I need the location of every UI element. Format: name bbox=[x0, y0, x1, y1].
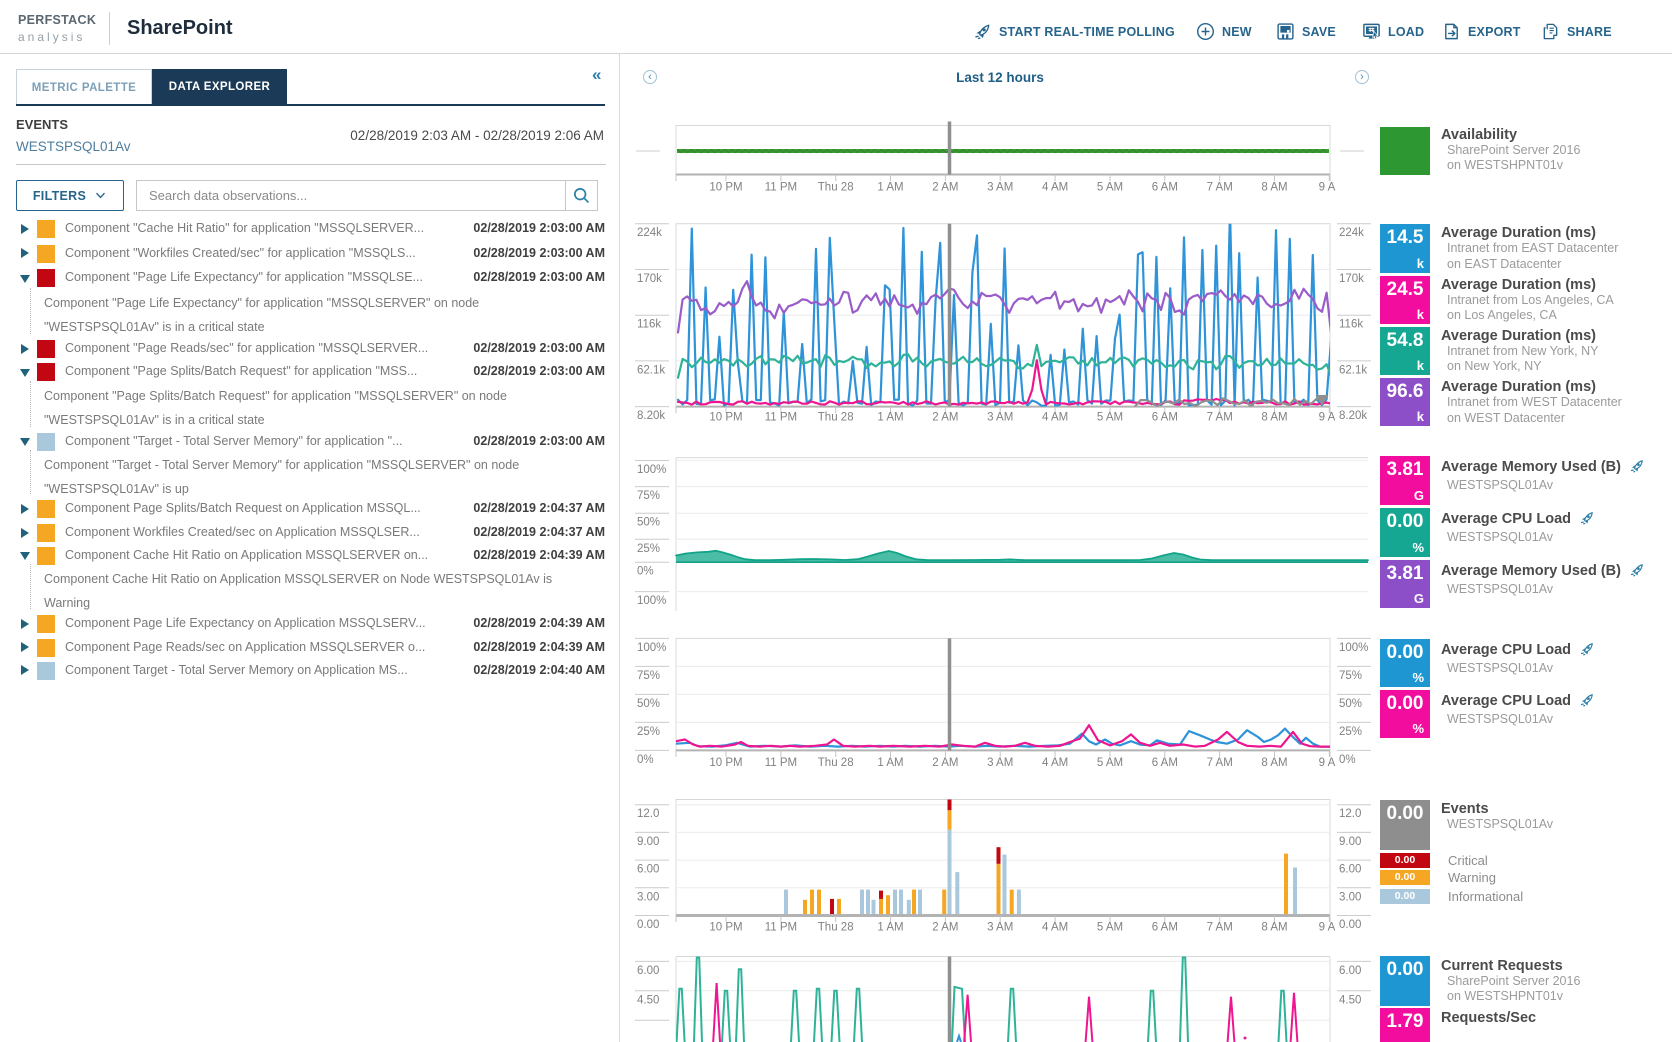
svg-text:0%: 0% bbox=[637, 754, 654, 766]
svg-text:25%: 25% bbox=[637, 726, 660, 738]
svg-text:4 AM: 4 AM bbox=[1042, 922, 1068, 934]
svg-text:6.00: 6.00 bbox=[1339, 864, 1361, 876]
svg-text:4 AM: 4 AM bbox=[1042, 757, 1068, 769]
svg-text:0%: 0% bbox=[1339, 754, 1356, 766]
svg-text:9 A: 9 A bbox=[1319, 757, 1336, 769]
svg-text:5 AM: 5 AM bbox=[1097, 182, 1123, 194]
svg-text:9 A: 9 A bbox=[1319, 412, 1336, 424]
svg-text:0%: 0% bbox=[637, 566, 654, 578]
svg-text:Thu 28: Thu 28 bbox=[818, 182, 854, 194]
svg-text:6.00: 6.00 bbox=[637, 864, 659, 876]
svg-text:1 AM: 1 AM bbox=[877, 182, 903, 194]
svg-text:6.00: 6.00 bbox=[1339, 965, 1361, 977]
svg-text:3.00: 3.00 bbox=[1339, 891, 1361, 903]
svg-text:8 AM: 8 AM bbox=[1261, 922, 1287, 934]
svg-text:75%: 75% bbox=[637, 490, 660, 502]
svg-text:1 AM: 1 AM bbox=[877, 412, 903, 424]
svg-text:6 AM: 6 AM bbox=[1152, 412, 1178, 424]
svg-text:3 AM: 3 AM bbox=[987, 922, 1013, 934]
svg-text:11 PM: 11 PM bbox=[765, 412, 797, 424]
svg-text:7 AM: 7 AM bbox=[1207, 922, 1233, 934]
svg-text:100%: 100% bbox=[637, 464, 666, 476]
svg-text:3 AM: 3 AM bbox=[987, 412, 1013, 424]
svg-text:10 PM: 10 PM bbox=[709, 757, 742, 769]
svg-text:11 PM: 11 PM bbox=[765, 757, 797, 769]
svg-text:12.0: 12.0 bbox=[1339, 808, 1361, 820]
svg-text:2 AM: 2 AM bbox=[932, 757, 958, 769]
svg-text:2 AM: 2 AM bbox=[932, 182, 958, 194]
svg-text:4.50: 4.50 bbox=[637, 994, 659, 1006]
svg-text:5 AM: 5 AM bbox=[1097, 922, 1123, 934]
svg-text:116k: 116k bbox=[1339, 319, 1363, 331]
svg-text:1 AM: 1 AM bbox=[877, 757, 903, 769]
svg-text:224k: 224k bbox=[637, 227, 662, 239]
svg-text:6 AM: 6 AM bbox=[1152, 922, 1178, 934]
svg-text:3.00: 3.00 bbox=[637, 891, 659, 903]
svg-text:2 AM: 2 AM bbox=[932, 922, 958, 934]
svg-text:25%: 25% bbox=[1339, 726, 1362, 738]
svg-text:8 AM: 8 AM bbox=[1261, 412, 1287, 424]
svg-text:116k: 116k bbox=[637, 319, 661, 331]
svg-text:100%: 100% bbox=[637, 642, 666, 654]
svg-text:6 AM: 6 AM bbox=[1152, 757, 1178, 769]
svg-text:100%: 100% bbox=[1339, 642, 1368, 654]
svg-text:7 AM: 7 AM bbox=[1207, 757, 1233, 769]
svg-text:4 AM: 4 AM bbox=[1042, 412, 1068, 424]
svg-text:9 A: 9 A bbox=[1319, 922, 1336, 934]
svg-text:1 AM: 1 AM bbox=[877, 922, 903, 934]
svg-text:4 AM: 4 AM bbox=[1042, 182, 1068, 194]
svg-text:170k: 170k bbox=[637, 273, 662, 285]
svg-text:8 AM: 8 AM bbox=[1261, 182, 1287, 194]
svg-text:2 AM: 2 AM bbox=[932, 412, 958, 424]
svg-text:0.00: 0.00 bbox=[1339, 919, 1361, 931]
svg-text:9 A: 9 A bbox=[1319, 182, 1336, 194]
svg-text:62.1k: 62.1k bbox=[637, 364, 665, 376]
svg-text:25%: 25% bbox=[637, 543, 660, 555]
svg-text:11 PM: 11 PM bbox=[765, 182, 797, 194]
svg-text:100%: 100% bbox=[637, 595, 666, 607]
svg-text:10 PM: 10 PM bbox=[709, 182, 742, 194]
svg-text:75%: 75% bbox=[637, 670, 660, 682]
svg-text:4.50: 4.50 bbox=[1339, 994, 1361, 1006]
svg-text:7 AM: 7 AM bbox=[1207, 182, 1233, 194]
svg-text:0.00: 0.00 bbox=[637, 919, 659, 931]
svg-text:50%: 50% bbox=[637, 698, 660, 710]
svg-text:Thu 28: Thu 28 bbox=[818, 412, 854, 424]
svg-text:9.00: 9.00 bbox=[637, 836, 659, 848]
svg-text:10 PM: 10 PM bbox=[709, 922, 742, 934]
svg-text:75%: 75% bbox=[1339, 670, 1362, 682]
svg-text:3 AM: 3 AM bbox=[987, 182, 1013, 194]
svg-text:8.20k: 8.20k bbox=[637, 410, 665, 422]
svg-text:11 PM: 11 PM bbox=[765, 922, 797, 934]
svg-text:9.00: 9.00 bbox=[1339, 836, 1361, 848]
svg-text:12.0: 12.0 bbox=[637, 808, 659, 820]
svg-text:Thu 28: Thu 28 bbox=[818, 922, 854, 934]
svg-text:50%: 50% bbox=[637, 517, 660, 529]
svg-text:170k: 170k bbox=[1339, 273, 1364, 285]
svg-text:5 AM: 5 AM bbox=[1097, 412, 1123, 424]
svg-text:7 AM: 7 AM bbox=[1207, 412, 1233, 424]
svg-text:8.20k: 8.20k bbox=[1339, 410, 1367, 422]
svg-text:6 AM: 6 AM bbox=[1152, 182, 1178, 194]
svg-text:5 AM: 5 AM bbox=[1097, 757, 1123, 769]
svg-text:8 AM: 8 AM bbox=[1261, 757, 1287, 769]
svg-text:62.1k: 62.1k bbox=[1339, 364, 1367, 376]
svg-text:10 PM: 10 PM bbox=[709, 412, 742, 424]
svg-text:3 AM: 3 AM bbox=[987, 757, 1013, 769]
svg-text:Thu 28: Thu 28 bbox=[818, 757, 854, 769]
svg-text:224k: 224k bbox=[1339, 227, 1364, 239]
svg-text:6.00: 6.00 bbox=[637, 965, 659, 977]
svg-text:50%: 50% bbox=[1339, 698, 1362, 710]
